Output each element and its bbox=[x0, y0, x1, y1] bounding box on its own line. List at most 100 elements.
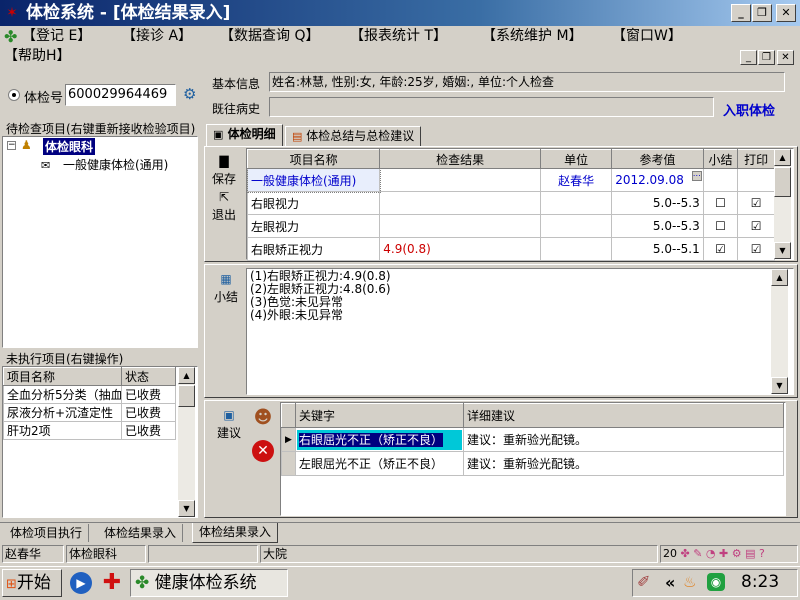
tray-icons: ✤ ✎ ◔ ✚ ⚙ ▤ ? bbox=[680, 547, 765, 560]
row-print-checkbox[interactable]: ☑ bbox=[737, 214, 775, 238]
taskbar: ⊞开始 ▶ ✚ ✤ 健康体检系统 ✐ « ♨ ◉ 8:23 bbox=[0, 566, 800, 600]
row-keyword[interactable]: 左眼屈光不正（矫正不良） bbox=[295, 451, 464, 476]
row-result[interactable] bbox=[379, 214, 541, 238]
row-name[interactable]: 一般健康体检(通用) bbox=[246, 167, 381, 193]
scroll-down-arrow-icon[interactable]: ▼ bbox=[774, 242, 791, 259]
col-item-name[interactable]: 项目名称 bbox=[3, 367, 122, 386]
close-button[interactable]: ✕ bbox=[776, 4, 796, 22]
col-keyword[interactable]: 关键字 bbox=[295, 403, 464, 428]
tray-expand-chevron-icon[interactable]: « bbox=[665, 573, 675, 592]
row-sum-checkbox[interactable]: ☐ bbox=[702, 214, 739, 238]
tree-root-item[interactable]: 体检眼科 bbox=[43, 138, 96, 155]
table-row[interactable]: 右眼视力 5.0--5.3 ☐ ☑ bbox=[246, 191, 775, 215]
scroll-up-arrow-icon[interactable]: ▲ bbox=[178, 367, 195, 384]
col-detail[interactable]: 详细建议 bbox=[463, 403, 784, 428]
menu-data-query[interactable]: 【数据查询 Q】 bbox=[220, 26, 319, 46]
delete-icon[interactable]: ✕ bbox=[252, 440, 274, 462]
app-menu-icon[interactable]: ✤ bbox=[4, 28, 22, 46]
table-row[interactable]: ▶ 右眼屈光不正（矫正不良） 建议：重新验光配镜。 bbox=[281, 427, 784, 452]
menu-reception[interactable]: 【接诊 A】 bbox=[122, 26, 192, 46]
summary-scrollbar[interactable]: ▲ ▼ bbox=[771, 269, 788, 394]
taskbar-app-button[interactable]: ✤ 健康体检系统 bbox=[130, 569, 288, 597]
row-print-checkbox[interactable]: ☑ bbox=[737, 191, 775, 215]
scroll-thumb[interactable] bbox=[774, 167, 791, 197]
title-bar[interactable]: ✶ 体检系统 - [体检结果录入] _ ❐ ✕ bbox=[0, 0, 800, 26]
row-detail[interactable]: 建议：重新验光配镜。 bbox=[463, 427, 784, 452]
row-name[interactable]: 左眼视力 bbox=[246, 214, 381, 238]
start-button[interactable]: ⊞开始 bbox=[2, 569, 62, 597]
save-label: 保存 bbox=[211, 172, 236, 186]
id-radio[interactable] bbox=[8, 89, 20, 101]
history-field[interactable] bbox=[269, 97, 714, 117]
tray-network-icon[interactable]: ♨ bbox=[683, 573, 696, 591]
mdi-close-button[interactable]: ✕ bbox=[777, 50, 794, 65]
table-row[interactable]: 肝功2项 已收费 bbox=[3, 421, 176, 440]
scroll-down-arrow-icon[interactable]: ▼ bbox=[178, 500, 195, 517]
advice-button[interactable]: ▣ 建议 bbox=[212, 408, 246, 441]
quicklaunch-app-icon[interactable]: ✚ bbox=[100, 571, 124, 595]
row-sum[interactable] bbox=[702, 168, 739, 192]
menu-report-stats[interactable]: 【报表统计 T】 bbox=[350, 26, 447, 46]
tree-collapse-toggle[interactable]: − bbox=[7, 141, 16, 150]
menu-system-maintenance[interactable]: 【系统维护 M】 bbox=[482, 26, 583, 46]
row-print[interactable] bbox=[737, 168, 775, 192]
ellipsis-button[interactable]: ⋯ bbox=[691, 171, 702, 181]
row-result[interactable] bbox=[379, 168, 541, 192]
col-sum[interactable]: 小结 bbox=[702, 149, 739, 169]
summary-button[interactable]: ▦ 小结 bbox=[209, 272, 243, 305]
table-row[interactable]: 右眼矫正视力 4.9(0.8) 5.0--5.1 ☑ ☑ bbox=[246, 237, 775, 261]
col-print[interactable]: 打印 bbox=[737, 149, 775, 169]
menu-register[interactable]: 【登记 E】 bbox=[22, 26, 91, 46]
row-sum-checkbox[interactable]: ☐ bbox=[702, 191, 739, 215]
minimize-button[interactable]: _ bbox=[731, 4, 751, 22]
row-result[interactable] bbox=[379, 191, 541, 215]
row-name[interactable]: 右眼矫正视力 bbox=[246, 237, 381, 261]
col-result[interactable]: 检查结果 bbox=[379, 149, 541, 169]
maximize-button[interactable]: ❐ bbox=[752, 4, 772, 22]
unexecuted-scrollbar[interactable]: ▲ ▼ bbox=[178, 367, 195, 517]
row-name[interactable]: 右眼视力 bbox=[246, 191, 381, 215]
table-row[interactable]: 全血分析5分类（抽血） 已收费 bbox=[3, 385, 176, 404]
exit-button[interactable]: ⇱ 退出 bbox=[207, 190, 241, 223]
tray-pen-icon[interactable]: ✐ bbox=[637, 572, 650, 591]
mdi-restore-button[interactable]: ❐ bbox=[758, 50, 775, 65]
tree-child-item[interactable]: 一般健康体检(通用) bbox=[63, 156, 168, 173]
bottom-tab-exec[interactable]: 体检项目执行 bbox=[4, 524, 90, 542]
menu-help[interactable]: 【帮助H】 bbox=[4, 46, 71, 66]
results-scrollbar[interactable]: ▲ ▼ bbox=[774, 149, 791, 259]
row-print-checkbox[interactable]: ☑ bbox=[737, 237, 775, 261]
table-row[interactable]: 尿液分析+沉渣定性 已收费 bbox=[3, 403, 176, 422]
save-button[interactable]: ▇ 保存 bbox=[207, 154, 241, 187]
col-status[interactable]: 状态 bbox=[121, 367, 176, 386]
scroll-down-arrow-icon[interactable]: ▼ bbox=[771, 377, 788, 394]
row-detail[interactable]: 建议：重新验光配镜。 bbox=[463, 451, 784, 476]
bottom-tab-results[interactable]: 体检结果录入 bbox=[98, 524, 184, 542]
tray-security-icon[interactable]: ◉ bbox=[707, 573, 725, 591]
scroll-thumb[interactable] bbox=[178, 385, 195, 407]
row-sum-checkbox[interactable]: ☑ bbox=[702, 237, 739, 261]
col-name[interactable]: 项目名称 bbox=[246, 149, 381, 169]
clock[interactable]: 8:23 bbox=[741, 572, 779, 592]
col-unit[interactable]: 单位 bbox=[539, 149, 613, 169]
table-row[interactable]: 左眼视力 5.0--5.3 ☐ ☑ bbox=[246, 214, 775, 238]
refresh-icon[interactable]: ⚙ bbox=[183, 85, 201, 103]
media-player-icon[interactable]: ▶ bbox=[70, 572, 92, 594]
scroll-up-arrow-icon[interactable]: ▲ bbox=[771, 269, 788, 286]
summary-textarea[interactable]: (1)右眼矫正视力:4.9(0.8) (2)左眼矫正视力:4.8(0.6) (3… bbox=[246, 268, 794, 395]
tab-detail[interactable]: ▣ 体检明细 bbox=[206, 124, 283, 146]
row-keyword[interactable]: 右眼屈光不正（矫正不良） bbox=[295, 427, 464, 452]
scroll-up-arrow-icon[interactable]: ▲ bbox=[774, 149, 791, 166]
table-row[interactable]: 左眼屈光不正（矫正不良） 建议：重新验光配镜。 bbox=[281, 451, 784, 476]
add-advice-person-icon[interactable]: ☻ bbox=[250, 404, 276, 432]
row-result[interactable]: 4.9(0.8) bbox=[379, 237, 541, 261]
id-input[interactable]: 600029964469 bbox=[65, 84, 176, 106]
menu-window[interactable]: 【窗口W】 bbox=[612, 26, 682, 46]
results-table: 项目名称 检查结果 单位 参考值 小结 打印 一般健康体检(通用) 赵春华 20… bbox=[246, 149, 775, 261]
tab-summary[interactable]: ▤ 体检总结与总检建议 bbox=[285, 126, 422, 146]
row-unit bbox=[539, 214, 613, 238]
unexecuted-grid: 项目名称 状态 全血分析5分类（抽血） 已收费 尿液分析+沉渣定性 已收费 肝功… bbox=[2, 366, 198, 518]
mdi-minimize-button[interactable]: _ bbox=[740, 50, 757, 65]
bottom-tab-results-active[interactable]: 体检结果录入 bbox=[192, 523, 279, 543]
table-row[interactable]: 一般健康体检(通用) 赵春华 2012.09.08 ⋯ bbox=[246, 167, 775, 193]
col-ref[interactable]: 参考值 bbox=[611, 149, 704, 169]
